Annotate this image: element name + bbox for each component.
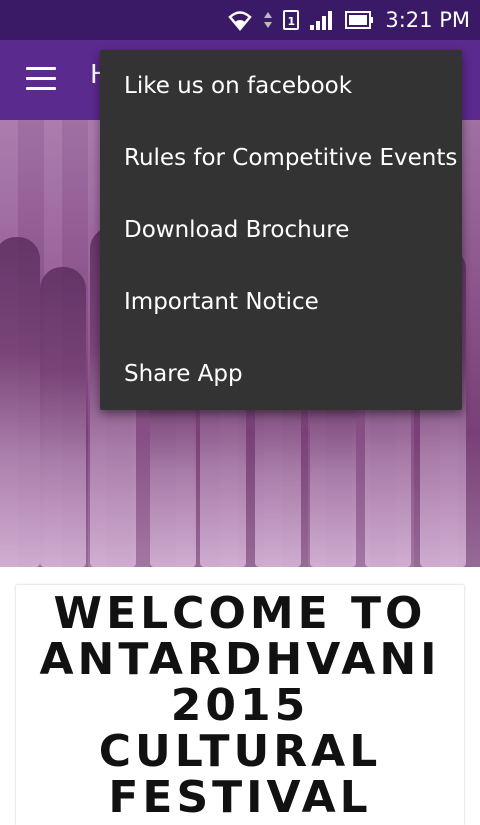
welcome-line: WELCOME TO [53, 588, 427, 639]
welcome-line: FESTIVAL [108, 772, 372, 823]
wifi-icon [228, 11, 253, 31]
status-bar: 1 3:21 PM [0, 0, 480, 40]
menu-item-rules[interactable]: Rules for Competitive Events [100, 122, 462, 194]
menu-item-important-notice[interactable]: Important Notice [100, 266, 462, 338]
menu-item-download-brochure[interactable]: Download Brochure [100, 194, 462, 266]
sim-icon: 1 [283, 10, 300, 30]
welcome-text: WELCOME TO ANTARDHVANI 2015 CULTURAL FES… [16, 591, 464, 821]
welcome-line: 2015 [170, 680, 310, 731]
status-icons: 1 3:21 PM [227, 0, 470, 40]
hamburger-menu-icon[interactable] [24, 67, 58, 91]
overflow-menu: Like us on facebook Rules for Competitiv… [100, 50, 462, 410]
welcome-line: CULTURAL [98, 726, 382, 777]
signal-icon [310, 11, 333, 30]
menu-item-share-app[interactable]: Share App [100, 338, 462, 410]
data-arrows-icon [264, 12, 273, 28]
welcome-card: WELCOME TO ANTARDHVANI 2015 CULTURAL FES… [16, 585, 464, 825]
battery-icon [345, 11, 374, 29]
status-time: 3:21 PM [385, 8, 470, 32]
welcome-line: ANTARDHVANI [39, 634, 441, 685]
menu-item-facebook[interactable]: Like us on facebook [100, 50, 462, 122]
